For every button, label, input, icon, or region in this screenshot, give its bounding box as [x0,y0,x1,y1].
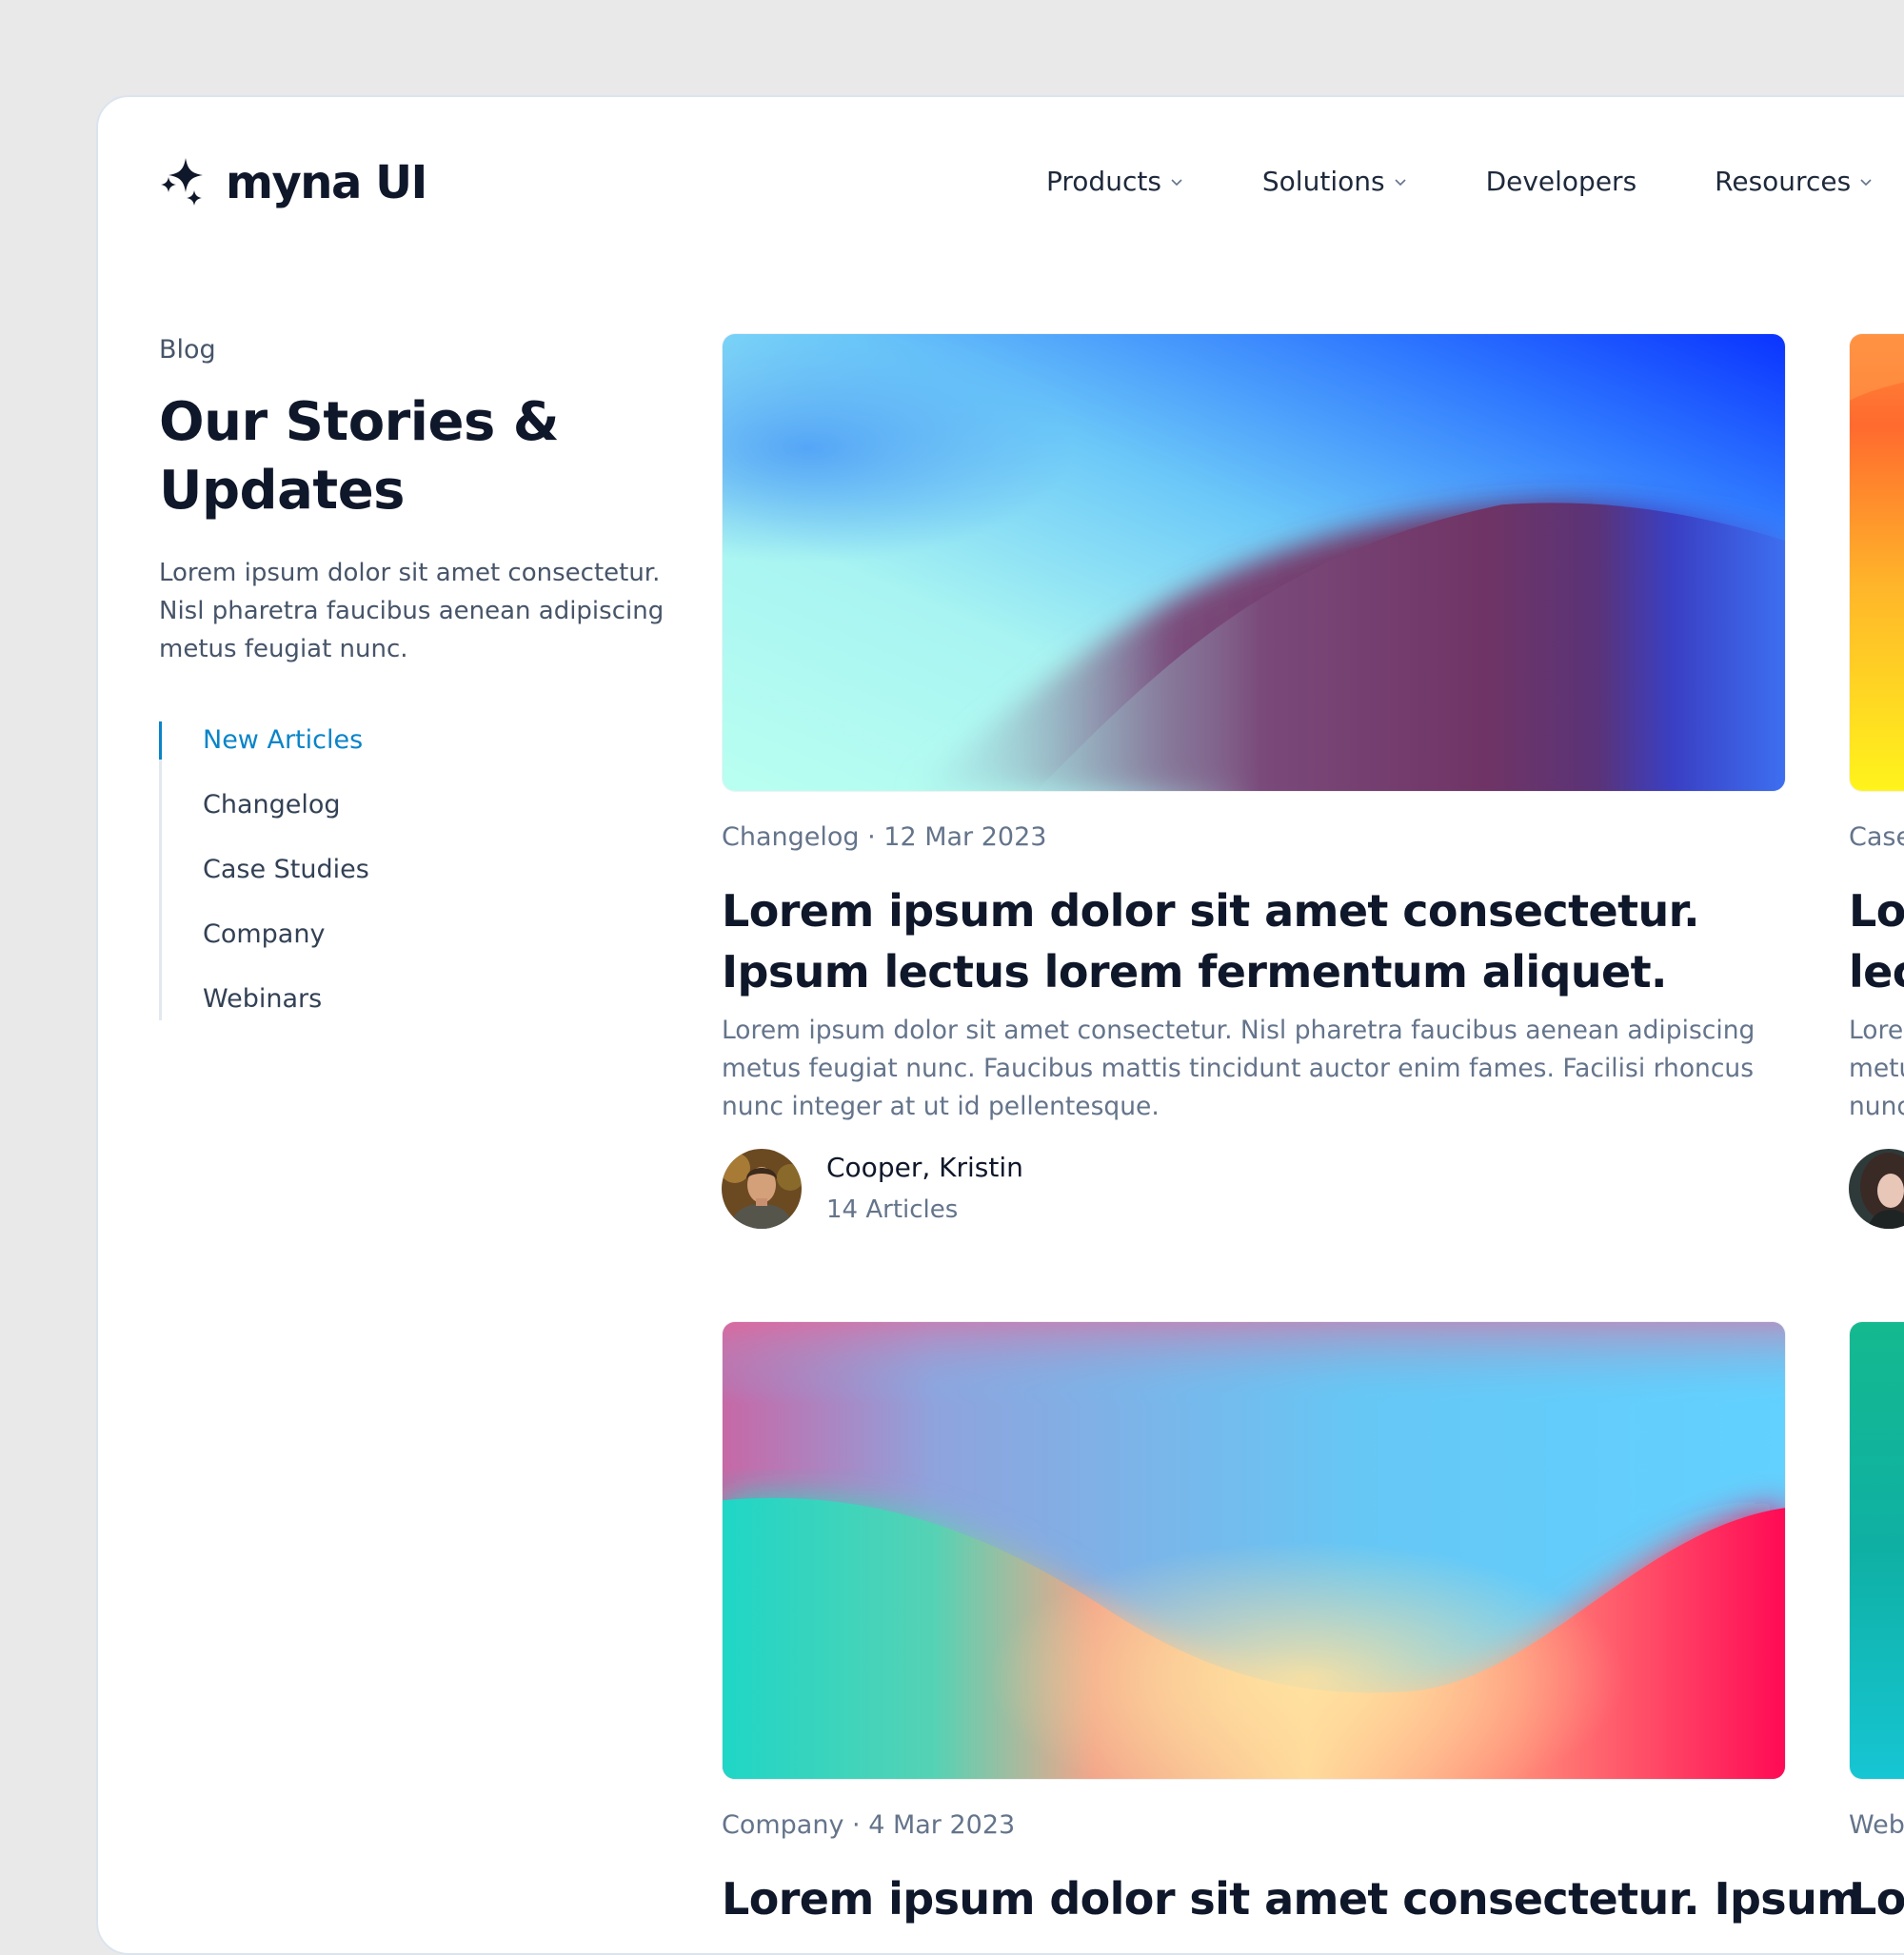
nav-item-resources[interactable]: Resources [1715,166,1874,197]
brand-logo[interactable]: myna UI [159,156,427,209]
chevron-down-icon [1860,178,1872,186]
author-name[interactable]: Cooper, Kristin [826,1151,1023,1185]
nav-item-developers[interactable]: Developers [1486,166,1637,197]
category-webinars[interactable]: Webinars [203,982,322,1017]
article-title[interactable]: Lo [1849,1868,1904,1929]
gradient-artwork [1850,334,1904,791]
category-nav-track [159,721,162,1020]
article-meta: Changelog · 12 Mar 2023 [722,822,1047,852]
article-thumbnail[interactable] [1849,1321,1904,1780]
sparkles-icon [161,158,203,206]
category-changelog[interactable]: Changelog [203,788,341,822]
main-nav: Products Solutions Developers Resources [1046,166,1904,197]
avatar[interactable] [722,1149,802,1229]
author-block: Cooper, Kristin 14 Articles [722,1149,1786,1229]
article-title[interactable]: Lorem ipsum dolor sit amet consectetur. … [722,1868,1862,1929]
chevron-down-icon [1171,178,1182,186]
brand-name: myna UI [226,156,427,209]
article-card[interactable]: Case Lo lec Lore metu nunc [1849,333,1904,1229]
author-block [1849,1149,1904,1229]
nav-item-label: Solutions [1261,166,1385,197]
article-card[interactable]: Company · 4 Mar 2023 Lorem ipsum dolor s… [722,1321,1862,1929]
gradient-artwork [723,1322,1785,1779]
page-frame: myna UI Products Solutions Developers Re… [96,95,1904,1955]
chevron-down-icon [1394,178,1406,186]
section-eyebrow: Blog [159,335,216,365]
category-case-studies[interactable]: Case Studies [203,853,369,887]
article-excerpt: Lore metu nunc [1849,1016,1904,1121]
article-card[interactable]: Changelog · 12 Mar 2023 Lorem ipsum dolo… [722,333,1786,1229]
author-article-count: 14 Articles [826,1195,959,1224]
article-excerpt: Lorem ipsum dolor sit amet consectetur. … [722,1016,1755,1121]
gradient-artwork [723,334,1785,791]
intro-text: Lorem ipsum dolor sit amet consectetur. … [159,559,664,663]
article-title[interactable]: Lorem ipsum dolor sit amet consectetur. … [722,880,1786,1002]
avatar[interactable] [1849,1149,1904,1229]
gradient-artwork [1850,1322,1904,1779]
nav-item-label: Developers [1485,166,1637,197]
article-thumbnail[interactable] [722,333,1786,792]
article-meta: Web [1849,1810,1904,1840]
author-info: Cooper, Kristin 14 Articles [826,1151,1023,1227]
avatar-image [722,1149,802,1229]
article-card[interactable]: Web Lo [1849,1321,1904,1929]
article-meta: Company · 4 Mar 2023 [722,1810,1016,1840]
article-thumbnail[interactable] [722,1321,1786,1780]
nav-item-solutions[interactable]: Solutions [1262,166,1408,197]
article-thumbnail[interactable] [1849,333,1904,792]
page-title: Our Stories & Updates [159,391,560,522]
avatar-image [1849,1149,1904,1229]
category-company[interactable]: Company [203,918,325,952]
category-active-indicator [159,721,162,760]
nav-item-products[interactable]: Products [1046,166,1184,197]
nav-item-label: Resources [1715,166,1852,197]
category-new-articles[interactable]: New Articles [203,723,363,758]
article-meta: Case [1849,822,1904,852]
nav-item-label: Products [1046,166,1161,197]
article-title[interactable]: Lo lec [1849,880,1904,1002]
